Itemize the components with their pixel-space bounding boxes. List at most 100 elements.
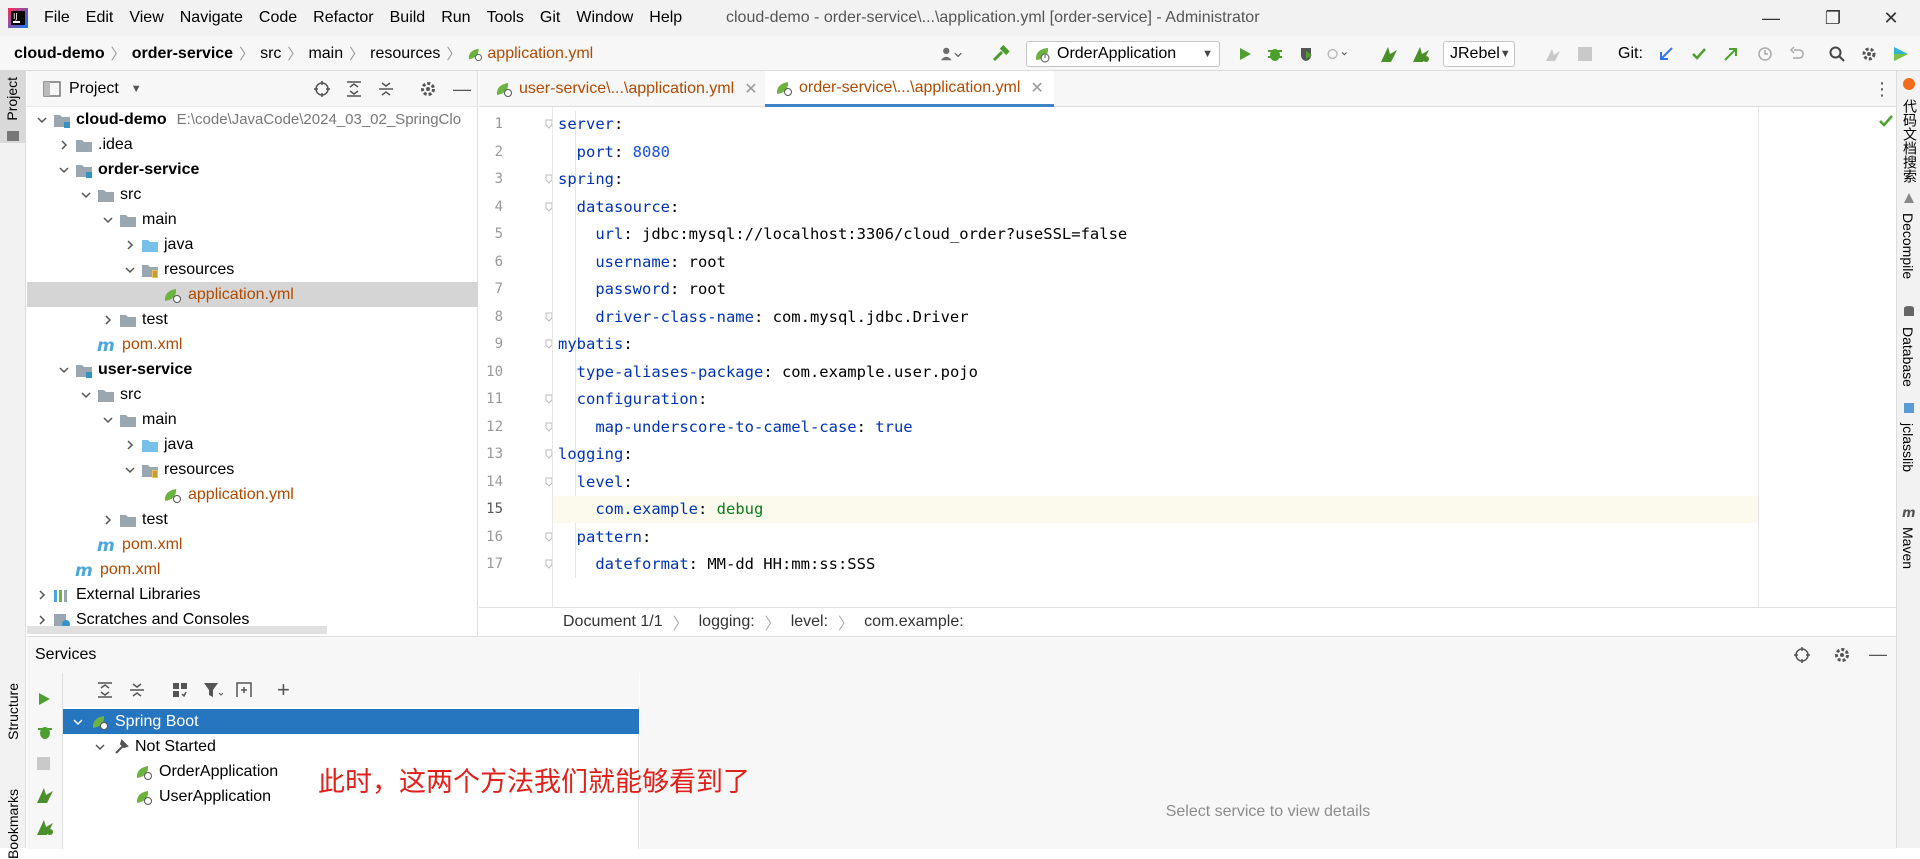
bookmarks-tool-label[interactable]: Bookmarks <box>5 789 21 859</box>
hide-panel-icon[interactable]: — <box>453 79 471 100</box>
tree-item[interactable]: m pom.xml <box>27 532 478 557</box>
jrebel-select[interactable]: JRebel ▼ <box>1443 41 1515 67</box>
code-line[interactable]: password: root <box>553 276 1759 303</box>
chevron-down-icon[interactable] <box>79 188 93 202</box>
menu-help[interactable]: Help <box>641 0 690 36</box>
minimize-icon[interactable]: — <box>1748 0 1794 36</box>
tree-item[interactable]: application.yml <box>27 282 478 307</box>
code-line[interactable]: port: 8080 <box>553 139 1759 166</box>
chevron-down-icon[interactable] <box>93 740 107 754</box>
menu-view[interactable]: View <box>121 0 171 36</box>
editor-breadcrumb-item[interactable]: logging: <box>699 613 755 631</box>
tree-item[interactable]: resources <box>27 457 478 482</box>
chevron-down-icon[interactable] <box>79 388 93 402</box>
chevron-down-icon[interactable] <box>101 413 115 427</box>
menu-navigate[interactable]: Navigate <box>172 0 251 36</box>
chevron-down-icon[interactable] <box>123 463 137 477</box>
editor-breadcrumb-item[interactable]: Document 1/1 <box>563 613 663 631</box>
close-icon[interactable]: ✕ <box>1868 0 1914 36</box>
breadcrumb-item[interactable]: application.yml <box>467 36 593 71</box>
menu-tools[interactable]: Tools <box>479 0 532 36</box>
debug-icon[interactable] <box>1264 44 1286 64</box>
code-line[interactable]: username: root <box>553 249 1759 276</box>
restore-icon[interactable]: ❐ <box>1810 0 1856 36</box>
jrebel-run-icon[interactable] <box>1378 44 1400 64</box>
right-tool-label[interactable]: Database <box>1900 327 1916 387</box>
breadcrumb-item[interactable]: resources <box>370 36 440 71</box>
chevron-down-icon[interactable] <box>101 213 115 227</box>
git-rollback-icon[interactable] <box>1786 44 1808 64</box>
tree-item[interactable]: main <box>27 207 478 232</box>
menu-git[interactable]: Git <box>532 0 568 36</box>
close-tab-icon[interactable]: ✕ <box>744 79 757 99</box>
menu-edit[interactable]: Edit <box>78 0 122 36</box>
expand-all-icon[interactable] <box>345 80 363 98</box>
tree-item[interactable]: user-service <box>27 357 478 382</box>
code-line[interactable]: com.example: debug <box>553 496 1759 523</box>
breadcrumb-item[interactable]: cloud-demo <box>14 36 105 71</box>
tree-item[interactable]: test <box>27 307 478 332</box>
git-push-icon[interactable] <box>1720 44 1742 64</box>
right-tool-label[interactable]: jclasslib <box>1900 423 1916 472</box>
run-configuration-select[interactable]: OrderApplication ▼ <box>1026 41 1220 67</box>
chevron-down-icon[interactable] <box>57 363 71 377</box>
editor-breadcrumb-item[interactable]: level: <box>791 613 828 631</box>
menu-refactor[interactable]: Refactor <box>305 0 381 36</box>
code-line[interactable]: level: <box>553 469 1759 496</box>
menu-window[interactable]: Window <box>568 0 641 36</box>
code-line[interactable]: mybatis: <box>553 331 1759 358</box>
tree-item[interactable]: resources <box>27 257 478 282</box>
chevron-down-icon[interactable] <box>123 263 137 277</box>
tab-order-service-application-yml[interactable]: order-service\...\application.yml ✕ <box>765 71 1054 107</box>
chevron-right-icon[interactable] <box>123 238 137 252</box>
jrebel-debug-icon[interactable] <box>35 817 55 837</box>
chevron-right-icon[interactable] <box>57 138 71 152</box>
tree-item[interactable]: src <box>27 182 478 207</box>
tab-user-service-application-yml[interactable]: user-service\...\application.yml ✕ <box>485 71 768 107</box>
git-update-icon[interactable] <box>1655 44 1677 64</box>
tree-item[interactable]: application.yml <box>27 482 478 507</box>
breadcrumb-item[interactable]: src <box>260 36 281 71</box>
settings-gear-icon[interactable] <box>1858 44 1880 64</box>
add-service-icon[interactable]: + <box>277 677 290 703</box>
chevron-right-icon[interactable] <box>35 588 49 602</box>
group-by-icon[interactable] <box>171 681 189 699</box>
chevron-right-icon[interactable] <box>35 613 49 627</box>
stop-icon[interactable] <box>1574 44 1596 64</box>
code-line[interactable]: map-underscore-to-camel-case: true <box>553 414 1759 441</box>
tree-item[interactable]: src <box>27 382 478 407</box>
run-with-coverage-icon[interactable] <box>1296 44 1318 64</box>
hide-panel-icon[interactable]: — <box>1869 644 1887 665</box>
update-running-app-icon[interactable] <box>1542 44 1564 64</box>
locate-file-icon[interactable] <box>313 80 331 98</box>
new-tab-icon[interactable] <box>235 681 253 699</box>
filter-icon[interactable] <box>203 681 223 699</box>
tree-item[interactable]: External Libraries <box>27 582 478 607</box>
tree-item[interactable]: main <box>27 407 478 432</box>
tree-item[interactable]: test <box>27 507 478 532</box>
tree-item[interactable]: java <box>27 432 478 457</box>
chevron-down-icon[interactable] <box>35 113 49 127</box>
editor-breadcrumb-item[interactable]: com.example: <box>864 613 964 631</box>
service-tree-item[interactable]: Not Started <box>63 734 639 759</box>
code-line[interactable]: dateformat: MM-dd HH:mm:ss:SSS <box>553 551 1759 578</box>
structure-tool-label[interactable]: Structure <box>5 683 21 740</box>
code-line[interactable]: logging: <box>553 441 1759 468</box>
tree-item[interactable]: java <box>27 232 478 257</box>
breadcrumb-item[interactable]: order-service <box>132 36 233 71</box>
expand-all-icon[interactable] <box>96 681 114 699</box>
menu-file[interactable]: File <box>36 0 78 36</box>
run-icon[interactable] <box>36 691 52 707</box>
right-tool-label[interactable]: Maven <box>1900 527 1916 569</box>
code-line[interactable]: driver-class-name: com.mysql.jdbc.Driver <box>553 304 1759 331</box>
chevron-down-icon[interactable] <box>57 163 71 177</box>
stop-icon[interactable] <box>37 757 50 770</box>
profiler-icon[interactable] <box>1326 44 1348 64</box>
chevron-right-icon[interactable] <box>101 513 115 527</box>
git-history-icon[interactable] <box>1754 44 1776 64</box>
code-line[interactable]: configuration: <box>553 386 1759 413</box>
chevron-right-icon[interactable] <box>123 438 137 452</box>
jetbrains-toolbox-icon[interactable] <box>1890 44 1912 64</box>
menu-build[interactable]: Build <box>382 0 434 36</box>
tree-item[interactable]: .idea <box>27 132 478 157</box>
